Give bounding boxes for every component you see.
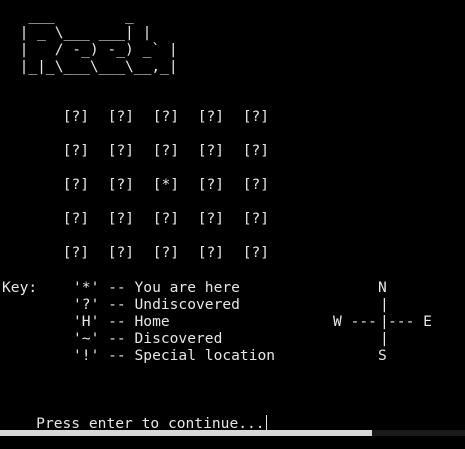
window-bottom-edge <box>0 430 465 436</box>
banner-line: | / -_) -_) _` | <box>2 41 178 58</box>
map-cell: [?] <box>242 244 270 261</box>
legend-entry: '*' -- You are here <box>73 279 240 296</box>
map-row: [?] [?] [?] [?] [?] <box>10 227 288 278</box>
compass-vertical-top: | <box>380 296 389 313</box>
compass-south: S <box>378 347 387 364</box>
compass-east: --- E <box>388 313 432 330</box>
map-cell: [?] <box>107 210 135 227</box>
map-cell: [?] <box>107 142 135 159</box>
text-cursor <box>265 415 267 431</box>
map-cell: [?] <box>197 108 225 125</box>
legend-entry: '~' -- Discovered <box>73 330 223 347</box>
map-cell: [?] <box>152 108 180 125</box>
map-cell: [?] <box>107 108 135 125</box>
map-cell: [?] <box>242 142 270 159</box>
banner-line: |_|_\___\___\__,_| <box>2 58 178 75</box>
map-cell: [?] <box>107 244 135 261</box>
legend-entry: '?' -- Undiscovered <box>73 296 240 313</box>
map-cell: [?] <box>62 108 90 125</box>
map-cell: [?] <box>197 244 225 261</box>
map-cell: [?] <box>197 142 225 159</box>
map-cell-current: [*] <box>152 176 180 193</box>
banner-line: | _ \___ ___| | <box>2 24 152 41</box>
map-cell: [?] <box>197 210 225 227</box>
compass-vertical-bottom: | <box>380 330 389 347</box>
map-cell: [?] <box>152 210 180 227</box>
banner-line: ___ _ <box>2 7 134 24</box>
compass-west: W --- <box>333 313 377 330</box>
map-cell: [?] <box>152 244 180 261</box>
legend-label: Key: <box>2 279 38 296</box>
terminal-window: ___ _ | _ \___ ___| | | / -_) -_) _` | |… <box>0 0 465 432</box>
map-cell: [?] <box>242 176 270 193</box>
map-cell: [?] <box>197 176 225 193</box>
map-cell: [?] <box>107 176 135 193</box>
legend-entry: '!' -- Special location <box>73 347 276 364</box>
map-cell: [?] <box>242 210 270 227</box>
map-cell: [?] <box>62 176 90 193</box>
map-cell: [?] <box>62 210 90 227</box>
map-cell: [?] <box>242 108 270 125</box>
compass-north: N <box>378 279 387 296</box>
window-bottom-edge-dark <box>372 430 465 436</box>
map-cell: [?] <box>62 244 90 261</box>
map-cell: [?] <box>152 142 180 159</box>
legend-entry: 'H' -- Home <box>73 313 170 330</box>
continue-prompt[interactable]: Press enter to continue... <box>1 398 267 449</box>
map-cell: [?] <box>62 142 90 159</box>
